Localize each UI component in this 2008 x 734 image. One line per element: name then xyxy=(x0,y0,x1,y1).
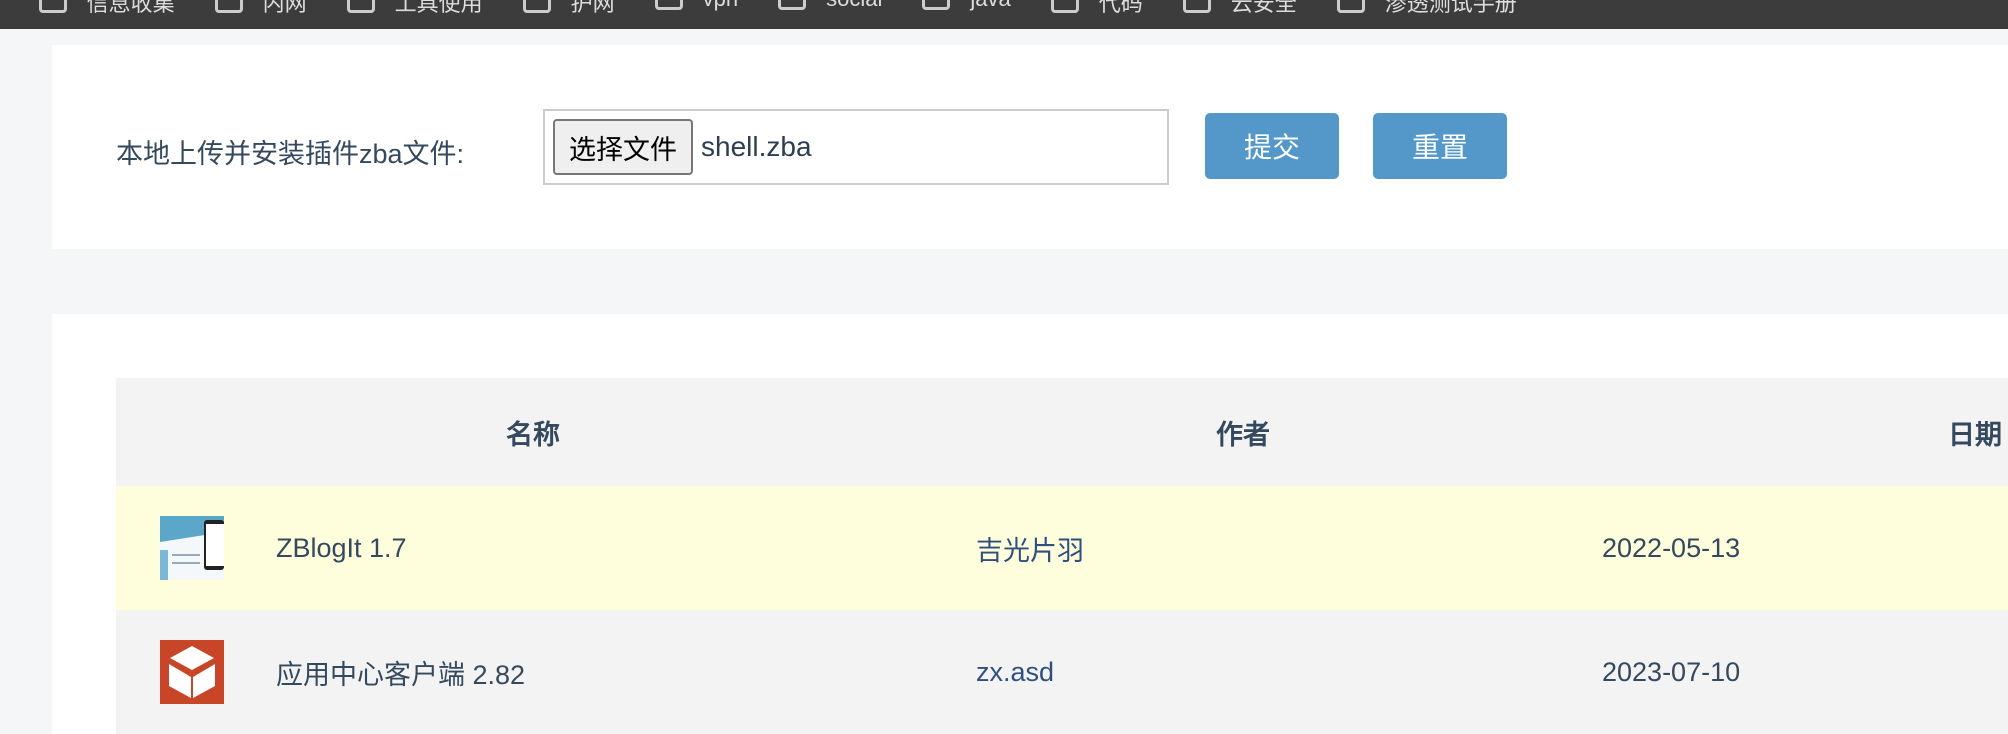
bookmark-label: social xyxy=(826,0,882,12)
plugin-date: 2022-05-13 xyxy=(1602,486,2008,610)
folder-icon xyxy=(214,0,243,13)
folder-icon xyxy=(1182,0,1211,13)
folder-icon xyxy=(654,0,683,10)
table-header: 名称 作者 日期 xyxy=(116,378,2008,486)
bookmark-folder[interactable]: java xyxy=(922,0,1011,12)
header-date: 日期 xyxy=(1602,378,2008,486)
upload-label: 本地上传并安装插件zba文件: xyxy=(116,139,465,169)
bookmark-folder[interactable]: 内网 xyxy=(214,0,307,18)
submit-button[interactable]: 提交 xyxy=(1205,113,1339,179)
bookmark-label: java xyxy=(970,0,1010,12)
reset-button[interactable]: 重置 xyxy=(1373,113,1507,179)
plugin-name: 应用中心客户端 2.82 xyxy=(276,610,976,734)
folder-icon xyxy=(522,0,551,13)
bookmark-label: 内网 xyxy=(262,0,307,16)
folder-icon xyxy=(778,0,807,10)
bookmark-folder[interactable]: 信息收集 xyxy=(38,0,175,18)
bookmark-label: 云安全 xyxy=(1230,0,1297,16)
upload-card: 本地上传并安装插件zba文件: 选择文件 shell.zba 提交 重置 xyxy=(52,45,2008,249)
bookmark-label: 渗透测试手册 xyxy=(1384,0,1517,16)
box-icon xyxy=(160,640,224,704)
plugin-date: 2023-07-10 xyxy=(1602,610,2008,734)
bookmark-label: vpn xyxy=(703,0,738,12)
header-author: 作者 xyxy=(976,378,1602,486)
folder-icon xyxy=(922,0,951,10)
plugin-list-card: 名称 作者 日期 ZBlogIt 1.7 吉光片羽 2022-05-13 应用中… xyxy=(52,314,2008,734)
bookmarks-bar: ⟩ 信息收集 内网 工具使用 护网 vpn social java 代码 云安全… xyxy=(0,0,2008,29)
file-input[interactable]: 选择文件 shell.zba xyxy=(543,109,1169,185)
plugin-table: 名称 作者 日期 ZBlogIt 1.7 吉光片羽 2022-05-13 应用中… xyxy=(116,378,2008,734)
plugin-author-link[interactable]: zx.asd xyxy=(976,610,1602,734)
folder-icon xyxy=(1050,0,1079,13)
folder-icon xyxy=(1336,0,1365,13)
folder-icon xyxy=(346,0,375,13)
bookmark-folder[interactable]: 代码 xyxy=(1050,0,1143,18)
header-icon-col xyxy=(116,378,276,486)
plugin-name: ZBlogIt 1.7 xyxy=(276,486,976,610)
bookmark-folder[interactable]: 渗透测试手册 xyxy=(1336,0,1517,18)
bookmark-folder[interactable]: vpn xyxy=(654,0,738,12)
plugin-author-link[interactable]: 吉光片羽 xyxy=(976,486,1602,610)
bookmark-folder[interactable]: 云安全 xyxy=(1182,0,1297,18)
table-row[interactable]: 应用中心客户端 2.82 zx.asd 2023-07-10 xyxy=(116,610,2008,734)
choose-file-button[interactable]: 选择文件 xyxy=(553,119,693,175)
bookmark-folder[interactable]: social xyxy=(778,0,882,12)
icon-cell xyxy=(116,610,276,734)
header-name: 名称 xyxy=(276,378,976,486)
bookmark-label: 护网 xyxy=(570,0,615,16)
bookmark-label: 代码 xyxy=(1098,0,1143,16)
screenshot-thumbnail xyxy=(160,516,224,580)
bookmark-label: 信息收集 xyxy=(86,0,175,16)
bookmark-label: 工具使用 xyxy=(394,0,483,16)
icon-cell xyxy=(116,486,276,610)
folder-icon xyxy=(38,0,67,13)
bookmark-folder[interactable]: 工具使用 xyxy=(346,0,483,18)
bookmark-folder[interactable]: 护网 xyxy=(522,0,615,18)
table-row[interactable]: ZBlogIt 1.7 吉光片羽 2022-05-13 xyxy=(116,486,2008,610)
selected-file-name: shell.zba xyxy=(701,131,812,162)
